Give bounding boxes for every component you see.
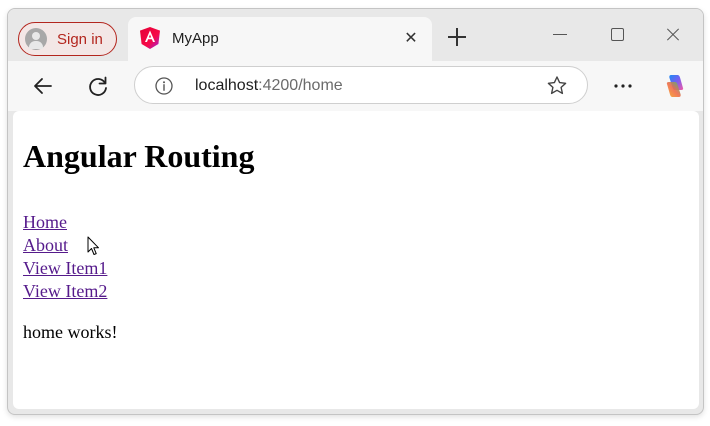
mouse-cursor-icon: [87, 236, 99, 255]
star-icon[interactable]: [545, 74, 569, 98]
close-icon[interactable]: ✕: [400, 27, 422, 49]
plus-icon[interactable]: [446, 26, 468, 48]
sign-in-label: Sign in: [57, 30, 103, 48]
title-bar: Sign in MyApp ✕: [8, 9, 703, 61]
browser-window: Sign in MyApp ✕ localhost:4200/home Angu…: [7, 8, 704, 415]
angular-logo-icon: [140, 27, 160, 49]
route-nav: Home About View Item1 View Item2: [23, 211, 107, 303]
tab-myapp[interactable]: MyApp ✕: [128, 17, 432, 61]
page-viewport: Angular Routing Home About View Item1 Vi…: [13, 111, 699, 409]
person-avatar-icon: [25, 28, 47, 50]
nav-link-home[interactable]: Home: [23, 211, 107, 234]
url-path: :4200/home: [258, 77, 343, 94]
address-bar[interactable]: localhost:4200/home: [134, 66, 588, 104]
url-text: localhost:4200/home: [195, 77, 343, 95]
minimize-icon[interactable]: [551, 25, 571, 45]
maximize-icon[interactable]: [609, 25, 629, 45]
arrow-left-icon[interactable]: [28, 71, 58, 101]
info-icon[interactable]: [154, 76, 174, 96]
nav-link-view-item2[interactable]: View Item2: [23, 280, 107, 303]
tab-title: MyApp: [172, 30, 219, 47]
url-host: localhost: [195, 77, 259, 94]
toolbar: localhost:4200/home: [8, 61, 703, 111]
page-title: Angular Routing: [23, 138, 255, 174]
router-outlet-content: home works!: [23, 322, 118, 342]
copilot-icon[interactable]: [660, 71, 690, 101]
nav-link-view-item1[interactable]: View Item1: [23, 257, 107, 280]
refresh-icon[interactable]: [83, 71, 113, 101]
ellipsis-icon[interactable]: [608, 71, 638, 101]
window-close-icon[interactable]: [664, 25, 684, 45]
sign-in-button[interactable]: Sign in: [18, 22, 117, 56]
